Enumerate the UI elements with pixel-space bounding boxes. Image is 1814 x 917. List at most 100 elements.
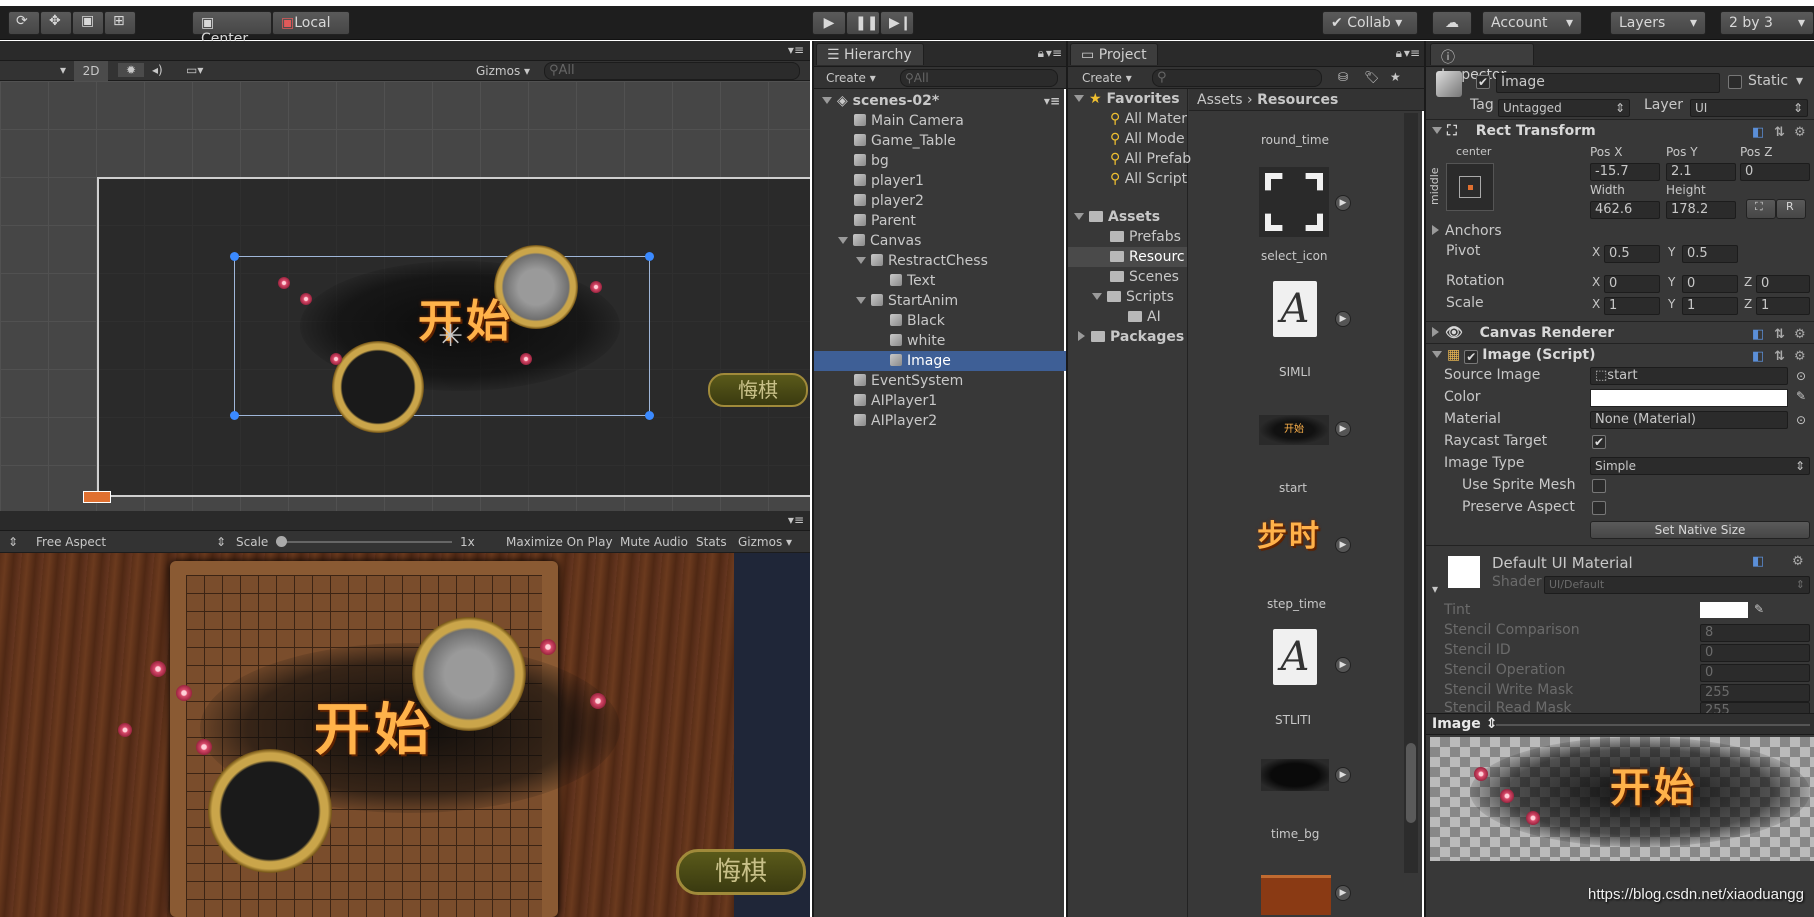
source-image-field[interactable]: ⬚start: [1590, 367, 1788, 385]
stencil-write-field[interactable]: 255: [1700, 684, 1810, 702]
static-checkbox[interactable]: [1728, 75, 1742, 89]
favorite-item[interactable]: ⚲ All Prefab: [1068, 149, 1191, 169]
gear-icon[interactable]: ⚙: [1792, 554, 1804, 569]
favorite-item[interactable]: ⚲ All Mater: [1068, 109, 1187, 129]
mute-audio-toggle[interactable]: Mute Audio: [620, 535, 688, 549]
lighting-icon[interactable]: ✹: [118, 63, 144, 77]
gear-icon[interactable]: ⚙: [1794, 122, 1806, 144]
expand-icon[interactable]: [856, 257, 866, 264]
posz-field[interactable]: 0: [1740, 163, 1810, 181]
font-file-icon[interactable]: A: [1273, 629, 1317, 685]
layout-dropdown[interactable]: 2 by 3 ▾: [1720, 11, 1814, 35]
scene-root-row[interactable]: ◈ scenes-02* ▾≡: [814, 91, 1066, 111]
asset-label[interactable]: start: [1279, 481, 1307, 495]
expand-icon[interactable]: [1432, 127, 1442, 134]
tab-project[interactable]: ▭ Project: [1070, 43, 1158, 65]
hierarchy-item[interactable]: Black: [814, 311, 1066, 331]
play-icon[interactable]: ▶: [1335, 657, 1351, 673]
shading-dropdown-icon[interactable]: ▾: [60, 63, 66, 77]
wood-sprite-thumb[interactable]: [1261, 875, 1331, 915]
panel-menu-icon[interactable]: ▾≡: [1046, 46, 1062, 60]
expand-icon[interactable]: [822, 97, 832, 104]
display-dropdown[interactable]: ⇕: [8, 535, 18, 549]
pause-button[interactable]: ❚❚: [846, 11, 880, 35]
play-button[interactable]: ▶: [812, 11, 846, 35]
cloud-button[interactable]: ☁: [1432, 11, 1472, 35]
layers-dropdown[interactable]: Layers ▾: [1610, 11, 1706, 35]
time-bg-sprite-thumb[interactable]: [1261, 759, 1329, 791]
hierarchy-item[interactable]: bg: [814, 151, 1066, 171]
hierarchy-item[interactable]: AIPlayer2: [814, 411, 1066, 431]
rot-y-field[interactable]: 0: [1682, 275, 1738, 293]
refresh-tool-button[interactable]: ⟳: [8, 11, 40, 35]
font-file-icon[interactable]: A: [1273, 281, 1317, 337]
preview-header[interactable]: Image ⇕: [1426, 713, 1814, 735]
scale-slider[interactable]: [276, 536, 452, 547]
asset-label[interactable]: SIMLI: [1279, 365, 1311, 379]
hierarchy-item[interactable]: player1: [814, 171, 1066, 191]
help-icon[interactable]: ◧: [1752, 122, 1764, 144]
set-native-size-button[interactable]: Set Native Size: [1590, 521, 1810, 539]
mode-2d-toggle[interactable]: 2D: [74, 61, 108, 81]
scale-y-field[interactable]: 1: [1682, 297, 1738, 315]
play-icon[interactable]: ▶: [1335, 311, 1351, 327]
collab-button[interactable]: ✔ Collab ▾: [1322, 11, 1418, 35]
hierarchy-create-button[interactable]: Create ▾: [826, 71, 876, 85]
game-gizmos-dropdown[interactable]: Gizmos ▾: [738, 535, 792, 549]
raw-edit-button[interactable]: R: [1776, 199, 1806, 219]
expand-icon[interactable]: ▾: [1432, 582, 1438, 596]
name-field[interactable]: Image: [1496, 73, 1720, 93]
move-gizmo-icon[interactable]: ✳: [438, 319, 463, 354]
handle-tr[interactable]: [645, 252, 654, 261]
audio-icon[interactable]: ◂): [152, 63, 163, 77]
hierarchy-item[interactable]: white: [814, 331, 1066, 351]
folder-item-selected[interactable]: Resourc: [1068, 247, 1187, 267]
start-sprite-thumb[interactable]: 开始: [1259, 415, 1329, 445]
asset-label[interactable]: round_time: [1261, 133, 1329, 147]
gear-icon[interactable]: ⚙: [1794, 346, 1806, 368]
hierarchy-item[interactable]: Text: [814, 271, 1066, 291]
eyedropper-icon[interactable]: ✎: [1754, 602, 1764, 616]
height-field[interactable]: 178.2: [1666, 201, 1736, 219]
hierarchy-item[interactable]: StartAnim: [814, 291, 1066, 311]
image-type-dropdown[interactable]: Simple ⇕: [1590, 457, 1810, 475]
active-checkbox[interactable]: ✔: [1476, 75, 1490, 89]
posx-field[interactable]: -15.7: [1590, 163, 1660, 181]
play-icon[interactable]: ▶: [1335, 767, 1351, 783]
scene-search-input[interactable]: ⚲All: [544, 62, 800, 80]
hierarchy-item[interactable]: player2: [814, 191, 1066, 211]
favorite-item[interactable]: ⚲ All Mode: [1068, 129, 1187, 149]
panel-menu-icon[interactable]: ▾≡: [788, 513, 804, 527]
tab-hierarchy[interactable]: ☰ Hierarchy: [816, 43, 924, 65]
raycast-target-checkbox[interactable]: ✔: [1592, 435, 1606, 449]
step-button[interactable]: ▶❙: [880, 11, 914, 35]
hierarchy-item[interactable]: AIPlayer1: [814, 391, 1066, 411]
packages-row[interactable]: Packages: [1068, 327, 1187, 347]
collapse-icon[interactable]: [1432, 327, 1439, 337]
pivot-center-button[interactable]: ▣ Center: [192, 11, 272, 47]
hierarchy-item[interactable]: Game_Table: [814, 131, 1066, 151]
project-scrollbar[interactable]: [1404, 113, 1418, 873]
collapse-icon[interactable]: [1078, 331, 1085, 341]
expand-icon[interactable]: [838, 237, 848, 244]
asset-label[interactable]: step_time: [1267, 597, 1326, 611]
posy-field[interactable]: 2.1: [1666, 163, 1736, 181]
collapse-icon[interactable]: [1432, 225, 1439, 235]
scale-x-field[interactable]: 1: [1604, 297, 1660, 315]
play-icon[interactable]: ▶: [1335, 195, 1351, 211]
use-sprite-mesh-checkbox[interactable]: [1592, 479, 1606, 493]
material-field[interactable]: None (Material): [1590, 411, 1788, 429]
lock-icon[interactable]: 🔒︎: [1038, 46, 1044, 61]
blueprint-mode-button[interactable]: ⛶: [1746, 199, 1776, 219]
expand-icon[interactable]: [856, 297, 866, 304]
project-create-button[interactable]: Create ▾: [1082, 71, 1132, 85]
stencil-comp-field[interactable]: 8: [1700, 624, 1810, 642]
hierarchy-item[interactable]: Main Camera: [814, 111, 1066, 131]
rot-z-field[interactable]: 0: [1756, 275, 1810, 293]
help-icon[interactable]: ◧: [1752, 346, 1764, 368]
preset-icon[interactable]: ⇅: [1774, 122, 1785, 144]
filter-label-icon[interactable]: 🏷︎: [1364, 70, 1379, 84]
folder-item[interactable]: AI: [1068, 307, 1187, 327]
expand-icon[interactable]: [1074, 95, 1084, 102]
help-icon[interactable]: ◧: [1752, 554, 1764, 569]
